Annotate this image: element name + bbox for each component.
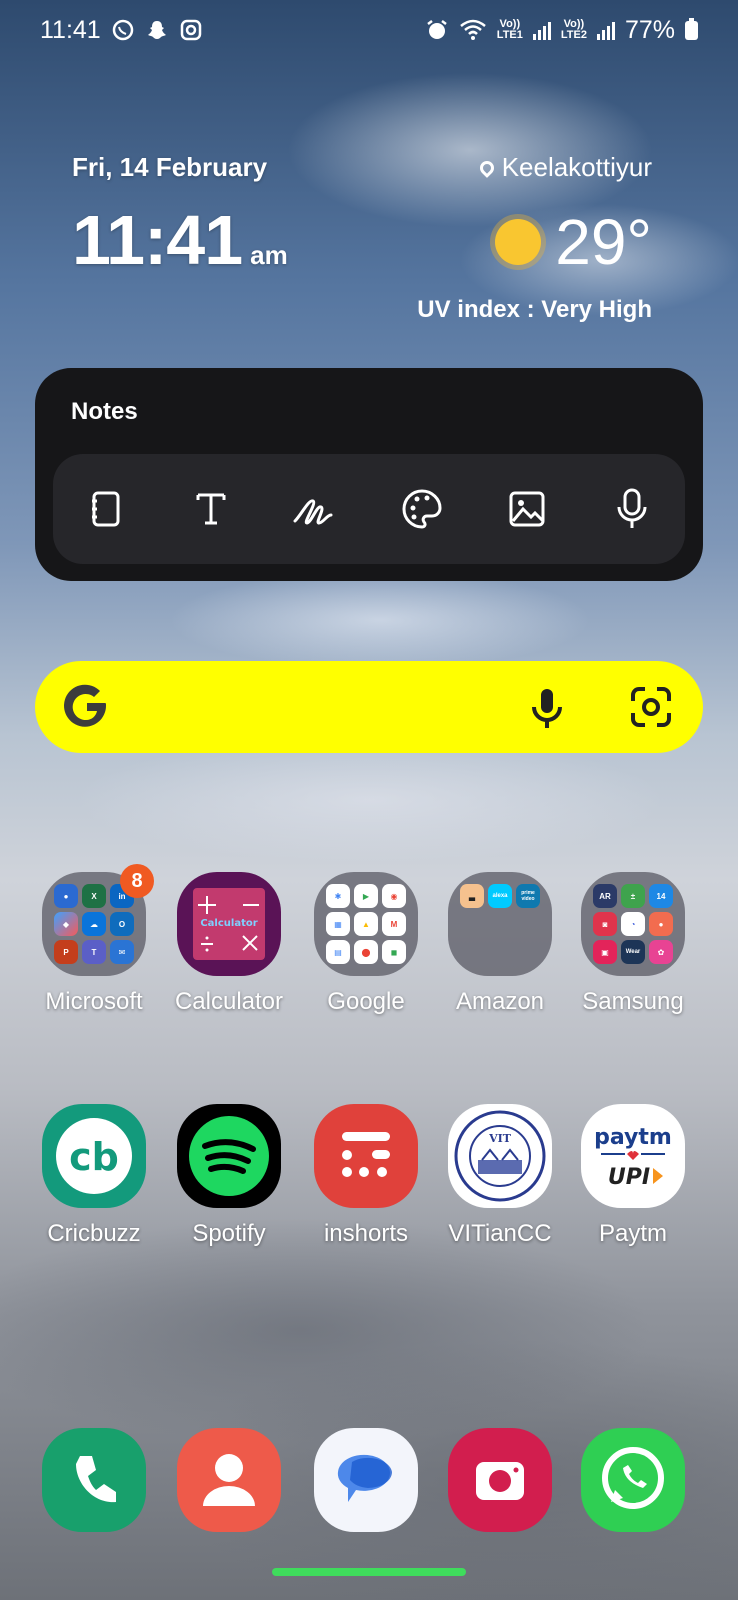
- status-bar: 11:41 Vo)) LTE1 Vo)) LTE2 77%: [40, 10, 698, 50]
- spotify-icon: [177, 1104, 281, 1208]
- app-label: Spotify: [192, 1220, 266, 1247]
- handwriting-icon[interactable]: [286, 479, 346, 539]
- dock-contacts[interactable]: [161, 1428, 297, 1532]
- whatsapp-icon: [581, 1428, 685, 1532]
- image-icon[interactable]: [497, 479, 557, 539]
- app-label: Google: [327, 988, 405, 1015]
- sun-icon: [495, 219, 542, 265]
- folder-google[interactable]: ✱ ▶ ◉ ▦ ▲ M ▤ ⬤ ◼ Google: [298, 872, 434, 1016]
- palette-icon[interactable]: [392, 479, 452, 539]
- phone-icon: [42, 1428, 146, 1532]
- signal-strength-icon: [532, 20, 551, 40]
- calculator-inner-text: Calculator: [200, 918, 257, 929]
- ar-zone-app-icon: AR: [593, 884, 617, 908]
- whatsapp-icon: [112, 19, 133, 41]
- app-label: VITianCC: [448, 1220, 552, 1247]
- notebook-icon[interactable]: [76, 479, 136, 539]
- app-label: Cricbuzz: [47, 1220, 141, 1247]
- battery-percent: 77%: [624, 15, 675, 44]
- cricbuzz-icon: cb: [42, 1104, 146, 1208]
- vitiancc-icon: VIT: [448, 1104, 552, 1208]
- status-time: 11:41: [40, 15, 101, 44]
- vit-glyph: VIT: [488, 1132, 512, 1145]
- uv-index: UV index : Very High: [417, 296, 652, 323]
- home-indicator[interactable]: [272, 1568, 466, 1576]
- dock-whatsapp[interactable]: [565, 1428, 701, 1532]
- app-spotify[interactable]: Spotify: [161, 1104, 297, 1248]
- dock-camera[interactable]: [432, 1428, 568, 1532]
- google-search-bar[interactable]: [35, 661, 703, 753]
- camera-icon: [448, 1428, 552, 1532]
- wifi-icon: [459, 19, 486, 40]
- app-vitiancc[interactable]: VIT VITianCC: [432, 1104, 568, 1248]
- google-logo-icon[interactable]: [59, 679, 115, 735]
- sim1-lte-text: LTE1: [496, 29, 523, 41]
- amazon-folder-icon: ▃ alexa prime video: [448, 872, 552, 976]
- signal-strength-icon: [596, 20, 615, 40]
- folder-microsoft[interactable]: ● X in ◆ ☁ O P T ✉ 8 Microsoft: [26, 864, 162, 1016]
- app-label: Samsung: [582, 988, 684, 1015]
- alexa-app-icon: alexa: [488, 884, 512, 908]
- clock-time: 11:41: [72, 201, 243, 279]
- calendar-app-icon: 14: [649, 884, 673, 908]
- google-lens-icon[interactable]: [623, 679, 679, 735]
- contacts-icon: [177, 1428, 281, 1532]
- app-cricbuzz[interactable]: cb Cricbuzz: [26, 1104, 162, 1248]
- notes-toolbar: [53, 454, 685, 564]
- temperature: 29°: [555, 206, 652, 278]
- app-inshorts[interactable]: inshorts: [298, 1104, 434, 1248]
- microsoft-folder-icon: ● X in ◆ ☁ O P T ✉ 8: [42, 864, 154, 976]
- paytm-icon: paytm UPI: [581, 1104, 685, 1208]
- prime-video-app-icon: prime video: [516, 884, 540, 908]
- date-label[interactable]: Fri, 14 February: [72, 152, 267, 183]
- paytm-glyph: paytm: [594, 1125, 672, 1150]
- alarm-icon: [427, 20, 447, 39]
- app-paytm[interactable]: paytm UPI Paytm: [565, 1104, 701, 1248]
- clock-ampm: am: [250, 240, 288, 270]
- weather[interactable]: 29°: [495, 205, 652, 279]
- instagram-icon: [180, 19, 201, 41]
- messages-icon: [314, 1428, 418, 1532]
- sim1-volte-label: Vo)) LTE1: [497, 19, 523, 41]
- app-label: Amazon: [455, 988, 545, 1015]
- google-folder-icon: ✱ ▶ ◉ ▦ ▲ M ▤ ⬤ ◼: [314, 872, 418, 976]
- app-label: Paytm: [598, 1220, 667, 1247]
- mic-icon[interactable]: [602, 479, 662, 539]
- app-calculator[interactable]: Calculator Calculator: [161, 872, 297, 1016]
- notes-title: Notes: [71, 398, 138, 425]
- app-label: Calculator: [174, 988, 284, 1015]
- snapchat-icon: [147, 21, 166, 39]
- calculator-icon: Calculator: [177, 872, 281, 976]
- folder-samsung[interactable]: AR ± 14 ◙ ◔ ● ▣ Wear ✿ Samsung: [565, 872, 701, 1016]
- text-icon[interactable]: [181, 479, 241, 539]
- voice-search-icon[interactable]: [519, 679, 575, 735]
- app-label: Microsoft: [45, 988, 143, 1015]
- location[interactable]: Keelakottiyur: [476, 152, 652, 183]
- clock[interactable]: 11:41 am: [72, 200, 288, 280]
- folder-amazon[interactable]: ▃ alexa prime video Amazon: [432, 872, 568, 1016]
- dock-messages[interactable]: [298, 1428, 434, 1532]
- app-label: inshorts: [323, 1220, 409, 1247]
- sim2-volte-label: Vo)) LTE2: [561, 19, 587, 41]
- notification-badge: 8: [120, 864, 154, 898]
- samsung-folder-icon: AR ± 14 ◙ ◔ ● ▣ Wear ✿: [581, 872, 685, 976]
- battery-icon: [685, 17, 698, 40]
- cricbuzz-glyph: cb: [69, 1135, 119, 1179]
- sim2-lte-text: LTE2: [560, 29, 587, 41]
- location-label: Keelakottiyur: [501, 152, 652, 182]
- wear-app-icon: Wear: [621, 940, 645, 964]
- location-pin-icon: [476, 157, 497, 178]
- upi-glyph: UPI: [608, 1165, 650, 1190]
- inshorts-icon: [314, 1104, 418, 1208]
- dock-phone[interactable]: [26, 1428, 162, 1532]
- notes-widget[interactable]: Notes: [35, 368, 703, 581]
